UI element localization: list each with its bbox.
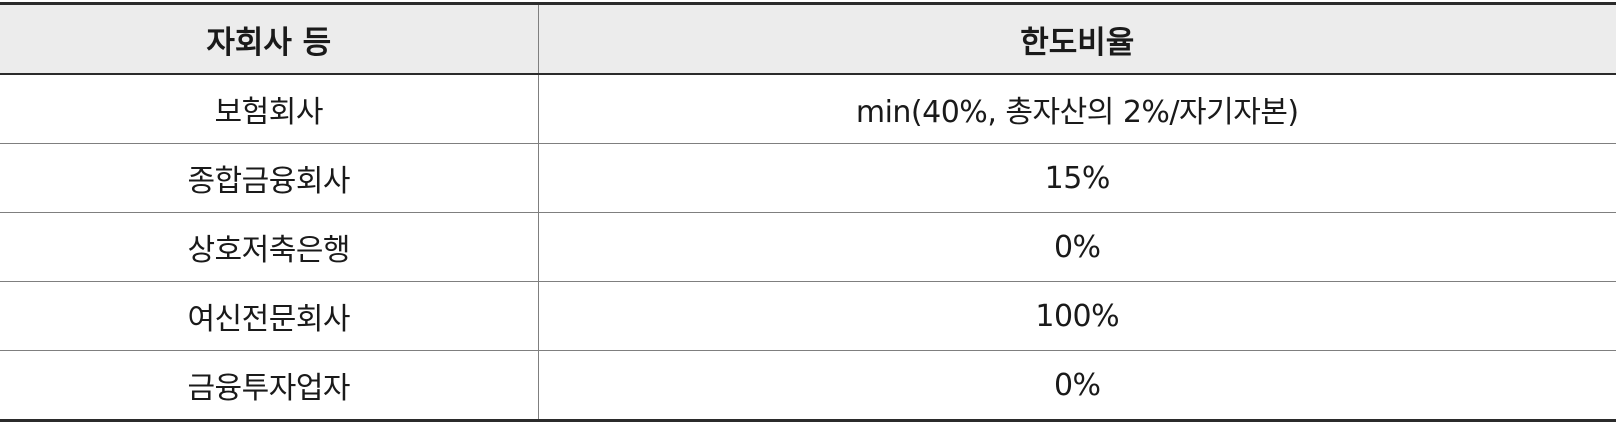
limit-ratio-table-container: 자회사 등 한도비율 보험회사 min(40%, 총자산의 2%/자기자본) 종… [0,0,1616,422]
entity-cell: 보험회사 [0,74,539,144]
entity-cell: 상호저축은행 [0,212,539,282]
limit-cell: 100% [538,281,1616,351]
header-limit-ratio: 한도비율 [538,2,1616,75]
limit-cell: 0% [538,212,1616,282]
entity-cell: 금융투자업자 [0,350,539,422]
table-row: 상호저축은행 0% [0,212,1616,282]
table-header: 자회사 등 한도비율 [0,2,1616,75]
table-body: 보험회사 min(40%, 총자산의 2%/자기자본) 종합금융회사 15% 상… [0,74,1616,422]
table-row: 보험회사 min(40%, 총자산의 2%/자기자본) [0,74,1616,144]
limit-cell: min(40%, 총자산의 2%/자기자본) [538,74,1616,144]
limit-cell: 0% [538,350,1616,422]
table-row: 금융투자업자 0% [0,350,1616,422]
entity-cell: 종합금융회사 [0,143,539,213]
table-row: 종합금융회사 15% [0,143,1616,213]
limit-cell: 15% [538,143,1616,213]
header-entity: 자회사 등 [0,2,539,75]
table-row: 여신전문회사 100% [0,281,1616,351]
header-row: 자회사 등 한도비율 [0,2,1616,75]
entity-cell: 여신전문회사 [0,281,539,351]
limit-ratio-table: 자회사 등 한도비율 보험회사 min(40%, 총자산의 2%/자기자본) 종… [0,2,1616,422]
